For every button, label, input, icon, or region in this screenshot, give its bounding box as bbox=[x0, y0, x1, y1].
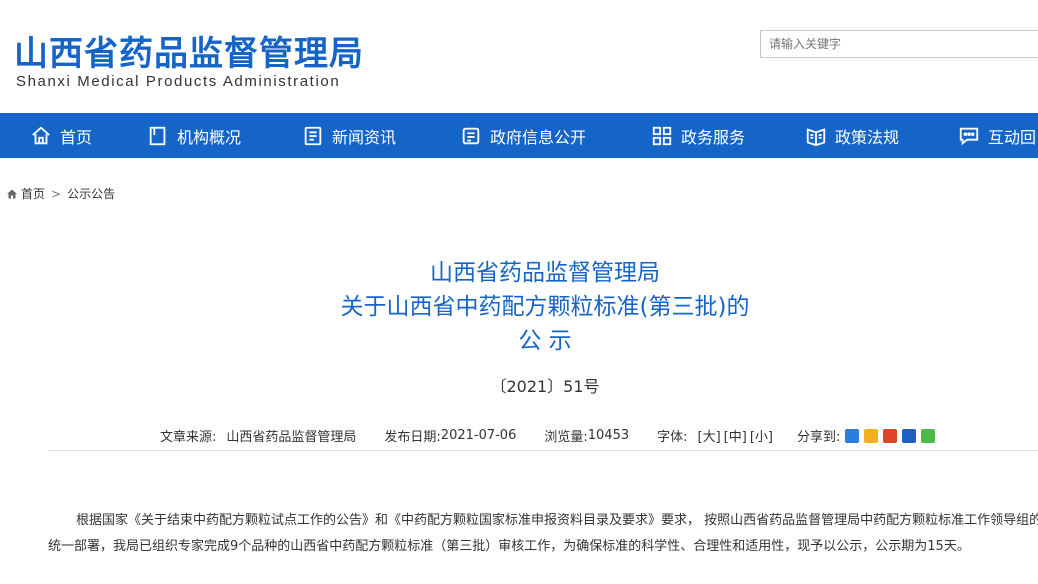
source-value: 山西省药品监督管理局 bbox=[226, 430, 357, 445]
source-label: 文章来源: bbox=[160, 430, 217, 445]
nav-label-home: 首页 bbox=[60, 127, 93, 147]
main-nav: 首页 机构概况 新闻资讯 政府信息公开 政务服务 政策法规 互动回 bbox=[0, 113, 1038, 158]
share-renren-icon[interactable] bbox=[902, 428, 917, 443]
font-size-small-link[interactable]: [小] bbox=[750, 426, 773, 445]
breadcrumb-separator: > bbox=[51, 186, 62, 201]
share-qzone-icon[interactable] bbox=[864, 428, 879, 443]
views-value: 10453 bbox=[587, 428, 630, 443]
nav-item-policy[interactable]: 政策法规 bbox=[805, 113, 899, 158]
site-header: 山西省药品监督管理局 Shanxi Medical Products Admin… bbox=[0, 0, 1038, 113]
share-weibo-icon[interactable] bbox=[883, 428, 898, 443]
nav-label-interaction: 互动回 bbox=[988, 127, 1037, 147]
date-label: 发布日期: bbox=[384, 430, 441, 445]
nav-item-interaction[interactable]: 互动回 bbox=[958, 113, 1036, 158]
views-label: 浏览量: bbox=[544, 430, 588, 445]
share-label: 分享到: bbox=[796, 430, 841, 445]
share-plus-icon[interactable] bbox=[845, 428, 860, 443]
nav-label-news: 新闻资讯 bbox=[332, 127, 397, 147]
nav-label-policy: 政策法规 bbox=[835, 127, 900, 147]
list-icon bbox=[462, 127, 480, 144]
font-size-label: 字体: bbox=[657, 430, 688, 445]
document-number: 〔2021〕51号 bbox=[490, 377, 600, 396]
font-size-medium-link[interactable]: [中] bbox=[724, 426, 747, 445]
book-icon bbox=[806, 127, 826, 146]
nav-item-services[interactable]: 政务服务 bbox=[651, 113, 745, 158]
breadcrumb-home-link[interactable]: 首页 bbox=[21, 185, 45, 202]
nav-label-gov-info: 政府信息公开 bbox=[490, 127, 587, 147]
article-title-line-3: 公 示 bbox=[518, 328, 572, 354]
article-title-line-2: 关于山西省中药配方颗粒标准(第三批)的 bbox=[340, 294, 750, 320]
meta-divider bbox=[48, 450, 1038, 451]
nav-item-about[interactable]: 机构概况 bbox=[147, 113, 241, 158]
home-icon bbox=[32, 126, 50, 144]
article-meta: 文章来源: 山西省药品监督管理局 发布日期: 2021-07-06 浏览量: 1… bbox=[160, 426, 936, 445]
breadcrumb: 首页 > 公示公告 bbox=[6, 185, 115, 202]
nav-item-home[interactable]: 首页 bbox=[30, 113, 92, 158]
date-value: 2021-07-06 bbox=[440, 428, 517, 443]
grid-icon bbox=[652, 126, 672, 145]
news-icon bbox=[304, 126, 322, 145]
nav-item-news[interactable]: 新闻资讯 bbox=[302, 113, 396, 158]
nav-label-about: 机构概况 bbox=[177, 127, 242, 147]
nav-label-services: 政务服务 bbox=[681, 127, 746, 147]
search-input[interactable] bbox=[760, 30, 1038, 58]
document-icon bbox=[149, 126, 166, 145]
font-size-large-link[interactable]: [大] bbox=[698, 426, 721, 445]
article-paragraph: 根据国家《关于结束中药配方颗粒试点工作的公告》和《中药配方颗粒国家标准申报资料目… bbox=[48, 513, 1038, 554]
site-logo-english[interactable]: Shanxi Medical Products Administration bbox=[16, 73, 340, 90]
breadcrumb-current-link[interactable]: 公示公告 bbox=[67, 185, 115, 202]
nav-item-gov-info[interactable]: 政府信息公开 bbox=[460, 113, 586, 158]
share-wechat-icon[interactable] bbox=[921, 428, 936, 443]
home-icon bbox=[7, 189, 17, 198]
site-logo-chinese[interactable]: 山西省药品监督管理局 bbox=[14, 26, 364, 75]
article-title-line-1: 山西省药品监督管理局 bbox=[430, 260, 660, 286]
chat-icon bbox=[959, 127, 979, 145]
